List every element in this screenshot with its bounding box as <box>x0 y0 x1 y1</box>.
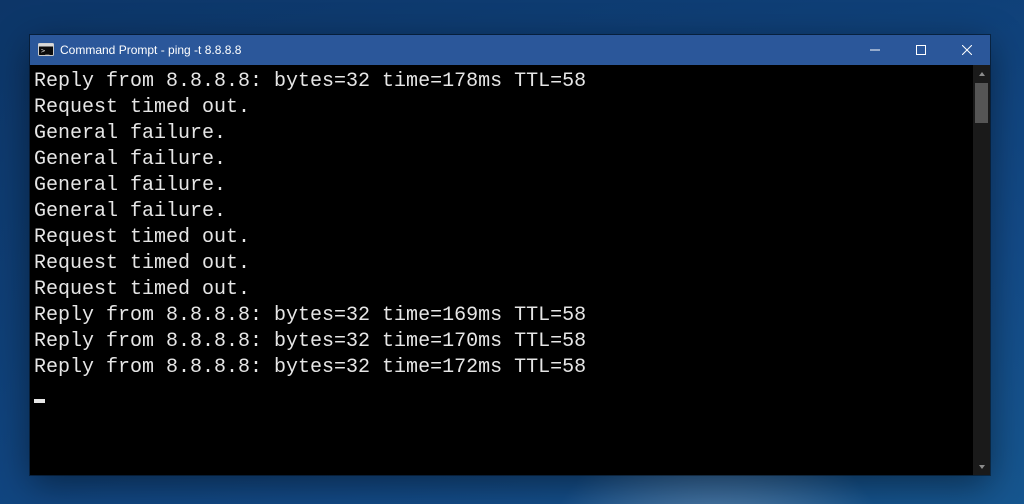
terminal-output[interactable]: Reply from 8.8.8.8: bytes=32 time=178ms … <box>30 65 973 475</box>
maximize-button[interactable] <box>898 35 944 65</box>
window-client-area: Reply from 8.8.8.8: bytes=32 time=178ms … <box>30 65 990 475</box>
svg-text:>_: >_ <box>41 47 50 55</box>
scroll-up-button[interactable] <box>973 65 990 82</box>
terminal-cursor <box>34 399 45 403</box>
command-prompt-icon: >_ <box>38 42 54 58</box>
terminal-lines: Reply from 8.8.8.8: bytes=32 time=178ms … <box>34 70 586 379</box>
window-title: Command Prompt - ping -t 8.8.8.8 <box>60 43 241 57</box>
titlebar[interactable]: >_ Command Prompt - ping -t 8.8.8.8 <box>30 35 990 65</box>
window-controls <box>852 35 990 65</box>
close-button[interactable] <box>944 35 990 65</box>
scroll-thumb[interactable] <box>975 83 988 123</box>
scroll-down-button[interactable] <box>973 458 990 475</box>
desktop-background: >_ Command Prompt - ping -t 8.8.8.8 <box>0 0 1024 504</box>
command-prompt-window: >_ Command Prompt - ping -t 8.8.8.8 <box>30 35 990 475</box>
vertical-scrollbar[interactable] <box>973 65 990 475</box>
minimize-button[interactable] <box>852 35 898 65</box>
